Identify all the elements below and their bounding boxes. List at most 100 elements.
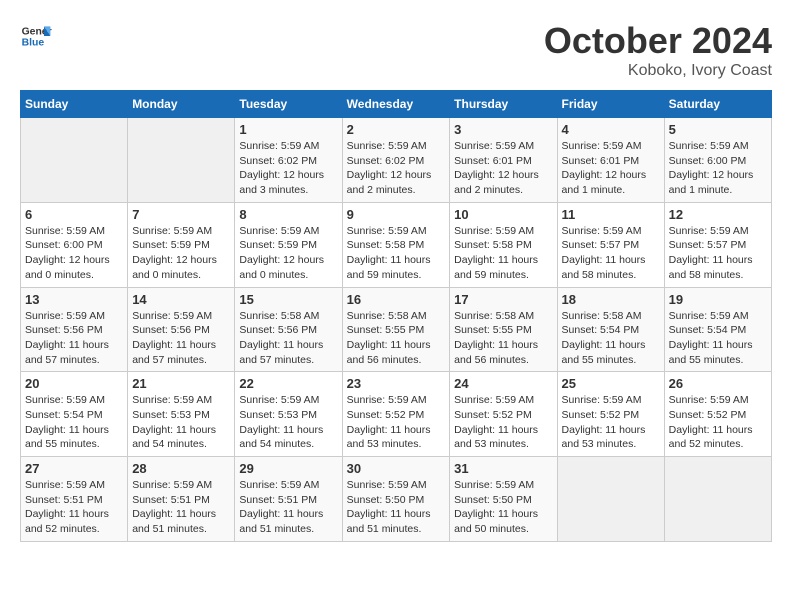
month-title: October 2024 [544,20,772,62]
calendar-cell: 21 Sunrise: 5:59 AMSunset: 5:53 PMDaylig… [128,372,235,457]
day-number: 20 [25,376,123,391]
calendar-cell: 24 Sunrise: 5:59 AMSunset: 5:52 PMDaylig… [450,372,557,457]
day-number: 29 [239,461,337,476]
page-header: General Blue October 2024 Koboko, Ivory … [20,20,772,80]
calendar-cell: 14 Sunrise: 5:59 AMSunset: 5:56 PMDaylig… [128,287,235,372]
day-header-saturday: Saturday [664,91,771,118]
day-detail: Sunrise: 5:59 AMSunset: 5:52 PMDaylight:… [669,393,767,452]
day-number: 4 [562,122,660,137]
day-detail: Sunrise: 5:59 AMSunset: 5:59 PMDaylight:… [132,224,230,283]
calendar-cell: 30 Sunrise: 5:59 AMSunset: 5:50 PMDaylig… [342,457,450,542]
day-detail: Sunrise: 5:59 AMSunset: 5:56 PMDaylight:… [132,309,230,368]
day-detail: Sunrise: 5:59 AMSunset: 5:58 PMDaylight:… [347,224,446,283]
calendar-cell [128,118,235,203]
day-detail: Sunrise: 5:59 AMSunset: 5:54 PMDaylight:… [669,309,767,368]
day-number: 25 [562,376,660,391]
day-detail: Sunrise: 5:59 AMSunset: 5:51 PMDaylight:… [132,478,230,537]
week-row-3: 13 Sunrise: 5:59 AMSunset: 5:56 PMDaylig… [21,287,772,372]
day-number: 1 [239,122,337,137]
day-header-wednesday: Wednesday [342,91,450,118]
day-number: 14 [132,292,230,307]
calendar-cell: 20 Sunrise: 5:59 AMSunset: 5:54 PMDaylig… [21,372,128,457]
day-detail: Sunrise: 5:59 AMSunset: 6:00 PMDaylight:… [669,139,767,198]
day-number: 11 [562,207,660,222]
calendar-cell: 2 Sunrise: 5:59 AMSunset: 6:02 PMDayligh… [342,118,450,203]
calendar-cell: 11 Sunrise: 5:59 AMSunset: 5:57 PMDaylig… [557,202,664,287]
title-section: October 2024 Koboko, Ivory Coast [544,20,772,80]
day-detail: Sunrise: 5:59 AMSunset: 6:02 PMDaylight:… [347,139,446,198]
day-detail: Sunrise: 5:58 AMSunset: 5:55 PMDaylight:… [347,309,446,368]
day-detail: Sunrise: 5:59 AMSunset: 5:57 PMDaylight:… [669,224,767,283]
calendar-cell: 10 Sunrise: 5:59 AMSunset: 5:58 PMDaylig… [450,202,557,287]
week-row-2: 6 Sunrise: 5:59 AMSunset: 6:00 PMDayligh… [21,202,772,287]
days-row: SundayMondayTuesdayWednesdayThursdayFrid… [21,91,772,118]
calendar-cell: 15 Sunrise: 5:58 AMSunset: 5:56 PMDaylig… [235,287,342,372]
svg-text:Blue: Blue [22,38,45,49]
day-number: 10 [454,207,552,222]
day-header-sunday: Sunday [21,91,128,118]
day-detail: Sunrise: 5:59 AMSunset: 5:52 PMDaylight:… [347,393,446,452]
day-detail: Sunrise: 5:59 AMSunset: 5:53 PMDaylight:… [239,393,337,452]
day-number: 15 [239,292,337,307]
day-number: 8 [239,207,337,222]
calendar-cell [557,457,664,542]
day-detail: Sunrise: 5:59 AMSunset: 5:52 PMDaylight:… [562,393,660,452]
day-detail: Sunrise: 5:59 AMSunset: 5:59 PMDaylight:… [239,224,337,283]
day-number: 12 [669,207,767,222]
day-header-tuesday: Tuesday [235,91,342,118]
calendar-cell: 12 Sunrise: 5:59 AMSunset: 5:57 PMDaylig… [664,202,771,287]
week-row-1: 1 Sunrise: 5:59 AMSunset: 6:02 PMDayligh… [21,118,772,203]
day-number: 16 [347,292,446,307]
calendar-cell: 13 Sunrise: 5:59 AMSunset: 5:56 PMDaylig… [21,287,128,372]
day-number: 6 [25,207,123,222]
calendar-cell: 27 Sunrise: 5:59 AMSunset: 5:51 PMDaylig… [21,457,128,542]
calendar-cell: 8 Sunrise: 5:59 AMSunset: 5:59 PMDayligh… [235,202,342,287]
day-number: 5 [669,122,767,137]
day-detail: Sunrise: 5:59 AMSunset: 5:54 PMDaylight:… [25,393,123,452]
calendar-cell: 23 Sunrise: 5:59 AMSunset: 5:52 PMDaylig… [342,372,450,457]
day-detail: Sunrise: 5:59 AMSunset: 5:50 PMDaylight:… [347,478,446,537]
day-number: 22 [239,376,337,391]
day-number: 31 [454,461,552,476]
day-detail: Sunrise: 5:59 AMSunset: 6:00 PMDaylight:… [25,224,123,283]
day-number: 21 [132,376,230,391]
logo: General Blue [20,20,52,52]
calendar-cell: 9 Sunrise: 5:59 AMSunset: 5:58 PMDayligh… [342,202,450,287]
day-detail: Sunrise: 5:59 AMSunset: 5:57 PMDaylight:… [562,224,660,283]
week-row-4: 20 Sunrise: 5:59 AMSunset: 5:54 PMDaylig… [21,372,772,457]
day-number: 3 [454,122,552,137]
week-row-5: 27 Sunrise: 5:59 AMSunset: 5:51 PMDaylig… [21,457,772,542]
day-number: 30 [347,461,446,476]
day-detail: Sunrise: 5:59 AMSunset: 5:58 PMDaylight:… [454,224,552,283]
calendar-cell: 17 Sunrise: 5:58 AMSunset: 5:55 PMDaylig… [450,287,557,372]
day-detail: Sunrise: 5:59 AMSunset: 5:53 PMDaylight:… [132,393,230,452]
day-number: 13 [25,292,123,307]
day-detail: Sunrise: 5:59 AMSunset: 5:51 PMDaylight:… [239,478,337,537]
calendar-cell: 26 Sunrise: 5:59 AMSunset: 5:52 PMDaylig… [664,372,771,457]
day-number: 19 [669,292,767,307]
day-number: 18 [562,292,660,307]
calendar-cell: 25 Sunrise: 5:59 AMSunset: 5:52 PMDaylig… [557,372,664,457]
day-detail: Sunrise: 5:58 AMSunset: 5:56 PMDaylight:… [239,309,337,368]
day-detail: Sunrise: 5:58 AMSunset: 5:54 PMDaylight:… [562,309,660,368]
calendar-cell: 5 Sunrise: 5:59 AMSunset: 6:00 PMDayligh… [664,118,771,203]
day-number: 26 [669,376,767,391]
day-detail: Sunrise: 5:59 AMSunset: 5:51 PMDaylight:… [25,478,123,537]
calendar-cell: 22 Sunrise: 5:59 AMSunset: 5:53 PMDaylig… [235,372,342,457]
day-detail: Sunrise: 5:59 AMSunset: 5:50 PMDaylight:… [454,478,552,537]
calendar-table: SundayMondayTuesdayWednesdayThursdayFrid… [20,90,772,542]
location: Koboko, Ivory Coast [544,62,772,80]
day-header-friday: Friday [557,91,664,118]
day-number: 2 [347,122,446,137]
calendar-cell: 19 Sunrise: 5:59 AMSunset: 5:54 PMDaylig… [664,287,771,372]
day-detail: Sunrise: 5:59 AMSunset: 5:56 PMDaylight:… [25,309,123,368]
calendar-cell: 3 Sunrise: 5:59 AMSunset: 6:01 PMDayligh… [450,118,557,203]
calendar-cell: 7 Sunrise: 5:59 AMSunset: 5:59 PMDayligh… [128,202,235,287]
day-number: 17 [454,292,552,307]
day-detail: Sunrise: 5:59 AMSunset: 6:01 PMDaylight:… [454,139,552,198]
calendar-header: SundayMondayTuesdayWednesdayThursdayFrid… [21,91,772,118]
logo-icon: General Blue [20,20,52,52]
calendar-cell: 31 Sunrise: 5:59 AMSunset: 5:50 PMDaylig… [450,457,557,542]
calendar-cell: 18 Sunrise: 5:58 AMSunset: 5:54 PMDaylig… [557,287,664,372]
day-number: 9 [347,207,446,222]
